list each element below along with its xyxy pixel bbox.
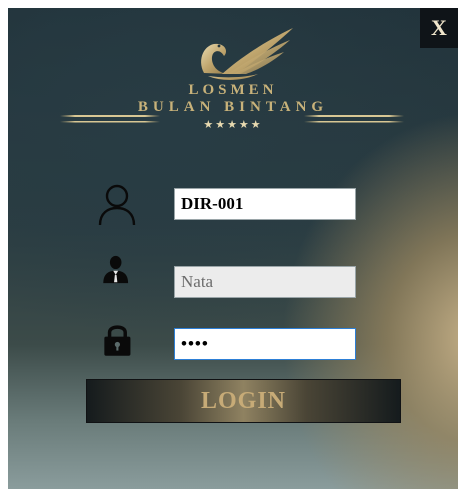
- person-suit-icon: [103, 255, 129, 284]
- login-window: X LOSMEN BULAN BINTANG ★★★★★ DIR-001 Nat…: [8, 8, 458, 489]
- password-field[interactable]: [174, 328, 356, 360]
- password-row: [8, 318, 458, 360]
- login-button[interactable]: LOGIN: [86, 379, 401, 423]
- user-id-row: [8, 181, 458, 226]
- logo-title-line2: BULAN BINTANG: [137, 99, 329, 115]
- hotel-logo: LOSMEN BULAN BINTANG ★★★★★: [8, 8, 458, 148]
- user-outline-icon: [98, 184, 136, 226]
- lock-icon: [104, 325, 131, 356]
- name-row: [8, 253, 458, 298]
- logo-title-line1: LOSMEN: [188, 82, 278, 98]
- logo-stars: ★★★★★: [203, 119, 263, 131]
- name-field[interactable]: [174, 266, 356, 298]
- user-id-field[interactable]: [174, 188, 356, 220]
